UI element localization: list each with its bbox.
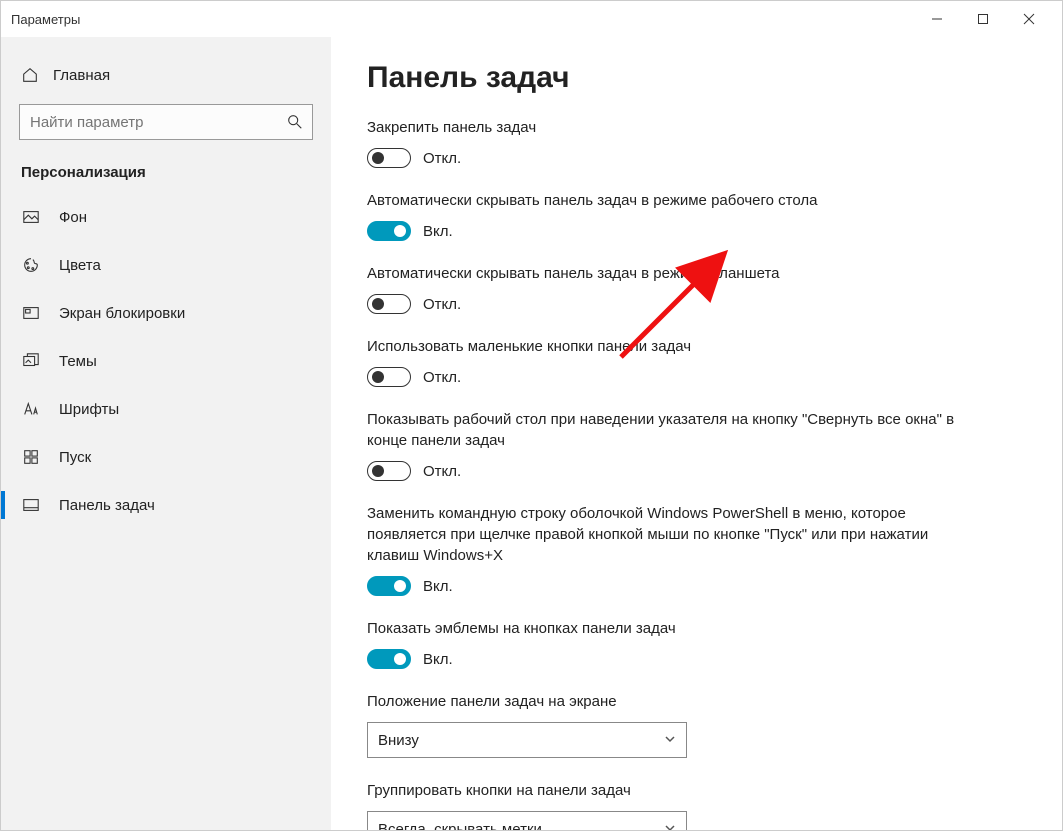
- picture-icon: [21, 207, 41, 227]
- nav-label: Темы: [59, 353, 97, 370]
- taskbar-icon: [21, 495, 41, 515]
- nav-label: Шрифты: [59, 401, 119, 418]
- setting-label: Автоматически скрывать панель задач в ре…: [367, 190, 957, 211]
- palette-icon: [21, 255, 41, 275]
- setting-label: Группировать кнопки на панели задач: [367, 780, 957, 801]
- nav-label: Фон: [59, 209, 87, 226]
- select-group-buttons[interactable]: Всегда, скрывать метки: [367, 811, 687, 830]
- sidebar-item-background[interactable]: Фон: [1, 193, 331, 241]
- section-title: Персонализация: [1, 150, 331, 193]
- select-value: Всегда, скрывать метки: [378, 821, 542, 831]
- chevron-down-icon: [664, 822, 676, 831]
- toggle-badges[interactable]: [367, 649, 411, 669]
- main-scroll[interactable]: Панель задач Закрепить панель задач Откл…: [331, 37, 1062, 830]
- toggle-powershell[interactable]: [367, 576, 411, 596]
- sidebar-item-themes[interactable]: Темы: [1, 337, 331, 385]
- sidebar-item-start[interactable]: Пуск: [1, 433, 331, 481]
- toggle-autohide-tablet[interactable]: [367, 294, 411, 314]
- sidebar-item-fonts[interactable]: Шрифты: [1, 385, 331, 433]
- toggle-small-buttons[interactable]: [367, 367, 411, 387]
- toggle-state: Вкл.: [423, 651, 453, 668]
- search-input[interactable]: [19, 104, 313, 140]
- setting-label: Показывать рабочий стол при наведении ук…: [367, 409, 957, 451]
- toggle-state: Откл.: [423, 150, 461, 167]
- start-icon: [21, 447, 41, 467]
- minimize-button[interactable]: [914, 3, 960, 35]
- close-button[interactable]: [1006, 3, 1052, 35]
- fonts-icon: [21, 399, 41, 419]
- home-icon: [21, 66, 39, 84]
- search-icon: [278, 113, 312, 131]
- themes-icon: [21, 351, 41, 371]
- nav-label: Панель задач: [59, 497, 155, 514]
- toggle-state: Откл.: [423, 463, 461, 480]
- setting-label: Автоматически скрывать панель задач в ре…: [367, 263, 957, 284]
- setting-label: Показать эмблемы на кнопках панели задач: [367, 618, 957, 639]
- setting-label: Использовать маленькие кнопки панели зад…: [367, 336, 957, 357]
- home-label: Главная: [53, 67, 110, 84]
- search-field[interactable]: [20, 114, 278, 131]
- nav-list: Фон Цвета Экран блокировки: [1, 193, 331, 529]
- toggle-lock-taskbar[interactable]: [367, 148, 411, 168]
- chevron-down-icon: [664, 733, 676, 748]
- select-taskbar-position[interactable]: Внизу: [367, 722, 687, 758]
- setting-label: Закрепить панель задач: [367, 117, 957, 138]
- setting-label: Положение панели задач на экране: [367, 691, 957, 712]
- toggle-state: Откл.: [423, 369, 461, 386]
- sidebar-item-lockscreen[interactable]: Экран блокировки: [1, 289, 331, 337]
- sidebar: Главная Персонализация Фон: [1, 37, 331, 830]
- titlebar: Параметры: [1, 1, 1062, 37]
- main-panel: Панель задач Закрепить панель задач Откл…: [331, 37, 1062, 830]
- setting-label: Заменить командную строку оболочкой Wind…: [367, 503, 957, 566]
- nav-label: Цвета: [59, 257, 101, 274]
- sidebar-item-colors[interactable]: Цвета: [1, 241, 331, 289]
- home-button[interactable]: Главная: [1, 53, 331, 97]
- lockscreen-icon: [21, 303, 41, 323]
- toggle-peek-desktop[interactable]: [367, 461, 411, 481]
- select-value: Внизу: [378, 732, 419, 749]
- sidebar-item-taskbar[interactable]: Панель задач: [1, 481, 331, 529]
- toggle-state: Вкл.: [423, 578, 453, 595]
- page-title: Панель задач: [367, 61, 1026, 95]
- window-title: Параметры: [11, 12, 80, 27]
- maximize-button[interactable]: [960, 3, 1006, 35]
- nav-label: Пуск: [59, 449, 91, 466]
- nav-label: Экран блокировки: [59, 305, 185, 322]
- toggle-state: Откл.: [423, 296, 461, 313]
- toggle-state: Вкл.: [423, 223, 453, 240]
- toggle-autohide-desktop[interactable]: [367, 221, 411, 241]
